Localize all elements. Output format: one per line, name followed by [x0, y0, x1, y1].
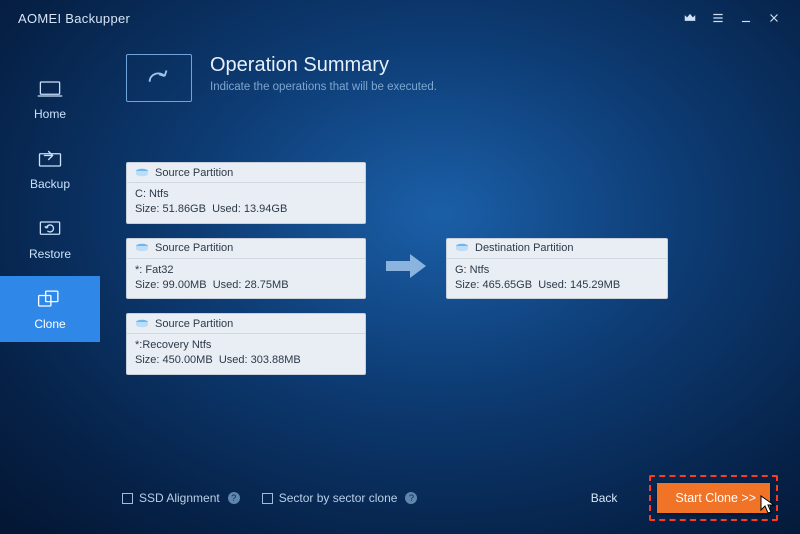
- summary-content: Source Partition C: Ntfs Size: 51.86GB U…: [126, 162, 774, 375]
- partition-stats: Size: 450.00MB Used: 303.88MB: [135, 353, 357, 368]
- sidebar-item-label: Clone: [34, 317, 65, 331]
- sidebar-item-label: Restore: [29, 247, 71, 261]
- page-title: Operation Summary: [210, 54, 437, 77]
- disk-icon: [135, 168, 149, 178]
- checkbox-box: [262, 493, 273, 504]
- start-clone-button[interactable]: Start Clone >>: [657, 483, 770, 513]
- checkbox-label: Sector by sector clone: [279, 491, 398, 505]
- sidebar-item-clone[interactable]: Clone: [0, 276, 100, 342]
- clone-icon: [36, 287, 64, 311]
- button-label: Start Clone >>: [675, 491, 756, 505]
- destination-column: Destination Partition G: Ntfs Size: 465.…: [446, 238, 668, 300]
- sidebar-item-label: Backup: [30, 177, 70, 191]
- footer-bar: SSD Alignment ? Sector by sector clone ?…: [100, 474, 790, 522]
- disk-icon: [135, 319, 149, 329]
- close-icon[interactable]: [760, 4, 788, 32]
- crown-icon[interactable]: [676, 4, 704, 32]
- partition-name: *:Recovery Ntfs: [135, 338, 357, 353]
- restore-icon: [36, 217, 64, 241]
- disk-icon: [455, 243, 469, 253]
- partition-name: *: Fat32: [135, 263, 357, 278]
- sidebar-item-home[interactable]: Home: [0, 66, 100, 132]
- page-subtitle: Indicate the operations that will be exe…: [210, 81, 437, 93]
- partition-stats: Size: 99.00MB Used: 28.75MB: [135, 278, 357, 293]
- checkbox-box: [122, 493, 133, 504]
- summary-icon: [126, 54, 192, 102]
- start-clone-highlight: Start Clone >>: [649, 475, 778, 521]
- main-panel: Operation Summary Indicate the operation…: [100, 36, 800, 534]
- titlebar: AOMEI Backupper: [0, 0, 800, 36]
- sidebar-item-backup[interactable]: Backup: [0, 136, 100, 202]
- arrow-right-icon: [384, 251, 428, 286]
- checkbox-label: SSD Alignment: [139, 491, 220, 505]
- page-header: Operation Summary Indicate the operation…: [126, 54, 774, 102]
- body: Home Backup Restore Clone: [0, 36, 800, 534]
- source-partition-card[interactable]: Source Partition *:Recovery Ntfs Size: 4…: [126, 313, 366, 375]
- partition-stats: Size: 465.65GB Used: 145.29MB: [455, 278, 659, 293]
- card-title: Destination Partition: [475, 242, 573, 254]
- card-title: Source Partition: [155, 242, 233, 254]
- card-title: Source Partition: [155, 167, 233, 179]
- destination-partition-card[interactable]: Destination Partition G: Ntfs Size: 465.…: [446, 238, 668, 300]
- help-icon[interactable]: ?: [228, 492, 240, 504]
- partition-name: G: Ntfs: [455, 263, 659, 278]
- sector-by-sector-checkbox[interactable]: Sector by sector clone ?: [262, 491, 418, 505]
- help-icon[interactable]: ?: [405, 492, 417, 504]
- ssd-alignment-checkbox[interactable]: SSD Alignment ?: [122, 491, 240, 505]
- back-button[interactable]: Back: [591, 491, 618, 505]
- partition-stats: Size: 51.86GB Used: 13.94GB: [135, 202, 357, 217]
- disk-icon: [135, 243, 149, 253]
- backup-icon: [36, 147, 64, 171]
- source-partition-card[interactable]: Source Partition *: Fat32 Size: 99.00MB …: [126, 238, 366, 300]
- sidebar: Home Backup Restore Clone: [0, 36, 100, 534]
- home-icon: [36, 77, 64, 101]
- minimize-icon[interactable]: [732, 4, 760, 32]
- sidebar-item-restore[interactable]: Restore: [0, 206, 100, 272]
- partition-name: C: Ntfs: [135, 187, 357, 202]
- source-column: Source Partition C: Ntfs Size: 51.86GB U…: [126, 162, 366, 375]
- app-window: AOMEI Backupper Home: [0, 0, 800, 534]
- menu-list-icon[interactable]: [704, 4, 732, 32]
- sidebar-item-label: Home: [34, 107, 66, 121]
- app-title: AOMEI Backupper: [18, 11, 130, 26]
- source-partition-card[interactable]: Source Partition C: Ntfs Size: 51.86GB U…: [126, 162, 366, 224]
- card-title: Source Partition: [155, 318, 233, 330]
